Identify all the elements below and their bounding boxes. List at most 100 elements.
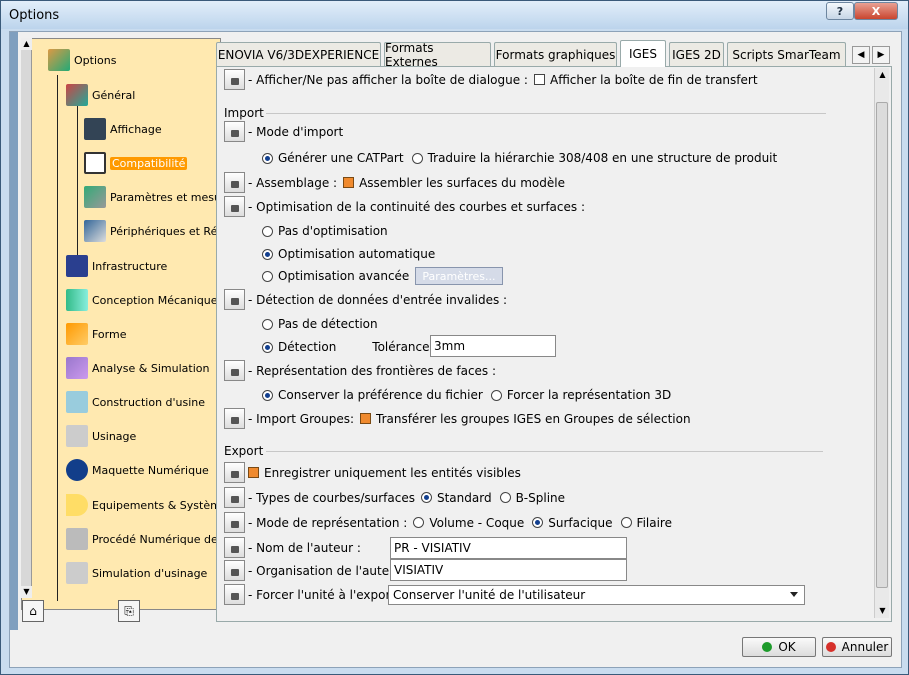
- tree-item-infrastructure[interactable]: Infrastructure: [66, 255, 167, 277]
- detection-option: Détection Tolérance :: [262, 340, 437, 354]
- translate-hierarchy-radio[interactable]: [411, 152, 423, 164]
- lock-icon[interactable]: [224, 487, 245, 508]
- tree-item-devices[interactable]: Périphériques et Réali: [84, 220, 220, 242]
- lock-icon[interactable]: [224, 512, 245, 533]
- volume-shell-radio[interactable]: [413, 517, 425, 528]
- tree-item-mechanical-design[interactable]: Conception Mécanique: [66, 289, 218, 311]
- lock-icon[interactable]: [224, 289, 245, 310]
- lock-icon[interactable]: [224, 537, 245, 558]
- auto-optimization-option: Optimisation automatique: [262, 247, 435, 261]
- lock-icon[interactable]: [224, 584, 245, 605]
- tree-item-shape[interactable]: Forme: [66, 323, 126, 345]
- tree-item-machining[interactable]: Usinage: [66, 425, 136, 447]
- dialog-client: Options Général Affichage Compatibilité …: [9, 31, 902, 668]
- title-bar: Options ? X: [1, 1, 908, 29]
- scroll-thumb[interactable]: [876, 102, 888, 588]
- organization-input[interactable]: VISIATIV: [390, 559, 627, 581]
- tab-iges[interactable]: IGES: [620, 40, 666, 67]
- wireframe-radio[interactable]: [620, 517, 632, 528]
- tolerance-input[interactable]: 3mm: [430, 335, 556, 357]
- show-dialog-checkbox[interactable]: [533, 74, 545, 85]
- tree-item-plant[interactable]: Construction d'usine: [66, 391, 205, 413]
- import-mode-row: - Mode d'import: [224, 121, 343, 142]
- cancel-button[interactable]: Annuler: [822, 637, 892, 657]
- tree-item-parameters[interactable]: Paramètres et mesure: [84, 186, 220, 208]
- groups-row: - Import Groupes: Transférer les groupes…: [224, 408, 691, 429]
- close-button[interactable]: X: [854, 2, 898, 20]
- tree-item-digital-mockup[interactable]: Maquette Numérique: [66, 459, 209, 481]
- lock-icon[interactable]: [224, 560, 245, 581]
- surface-radio[interactable]: [532, 517, 544, 528]
- lock-icon[interactable]: [224, 69, 245, 90]
- tab-graphic-formats[interactable]: Formats graphiques: [494, 42, 617, 66]
- tree-item-options[interactable]: Options: [48, 49, 116, 71]
- side-strip: [10, 32, 18, 630]
- lock-icon[interactable]: [224, 360, 245, 381]
- parameters-icon: [84, 186, 106, 208]
- machining-simulation-icon: [66, 562, 88, 584]
- tab-scripts-smarteam[interactable]: Scripts SmarTeam: [727, 42, 846, 66]
- monitor-icon: [84, 118, 106, 140]
- tree-item-machining-simulation[interactable]: Simulation d'usinage: [66, 562, 207, 584]
- tree-line: [77, 103, 78, 259]
- scroll-down-arrow-icon[interactable]: ▼: [875, 604, 890, 618]
- auto-optimization-radio[interactable]: [262, 248, 273, 260]
- show-dialog-row: - Afficher/Ne pas afficher la boîte de d…: [224, 69, 758, 90]
- assemble-surfaces-checkbox[interactable]: [343, 177, 355, 188]
- tab-external-formats[interactable]: Formats Externes: [384, 41, 491, 69]
- visible-only-checkbox[interactable]: [248, 467, 259, 478]
- detection-radio[interactable]: [262, 341, 273, 353]
- bspline-radio[interactable]: [499, 492, 511, 503]
- cancel-icon: [825, 642, 836, 652]
- keep-file-preference-radio[interactable]: [262, 389, 273, 401]
- force-3d-radio[interactable]: [490, 389, 502, 401]
- tree-scrollbar[interactable]: ▲ ▼: [21, 38, 32, 598]
- tree-item-analysis[interactable]: Analyse & Simulation: [66, 357, 209, 379]
- detection-row: - Détection de données d'entrée invalide…: [224, 289, 507, 310]
- compatibility-icon: [84, 152, 106, 174]
- advanced-optimization-radio[interactable]: [262, 270, 273, 282]
- unit-select[interactable]: Conserver l'unité de l'utilisateur: [388, 585, 805, 605]
- reset-icon[interactable]: ⎘: [118, 600, 140, 622]
- ok-icon: [762, 642, 773, 652]
- lock-icon[interactable]: [224, 172, 245, 193]
- lock-icon[interactable]: [224, 462, 245, 483]
- ok-button[interactable]: OK: [742, 637, 816, 657]
- tree-item-general[interactable]: Général: [66, 84, 135, 106]
- tree-item-equipment[interactable]: Equipements & Systèmes: [66, 494, 220, 516]
- organization-row: - Organisation de l'auteur :: [224, 560, 410, 581]
- machining-icon: [66, 425, 88, 447]
- tab-left-icon[interactable]: ◀: [852, 46, 870, 64]
- help-button[interactable]: ?: [826, 2, 854, 20]
- lock-icon[interactable]: [224, 196, 245, 217]
- faces-row: - Représentation des frontières de faces…: [224, 360, 496, 381]
- lock-icon[interactable]: [224, 121, 245, 142]
- scroll-down-icon[interactable]: ▼: [21, 586, 32, 598]
- parameters-button[interactable]: Paramètres...: [415, 267, 503, 285]
- tab-iges-2d[interactable]: IGES 2D: [669, 42, 724, 66]
- tree-item-compatibility[interactable]: Compatibilité: [84, 152, 188, 174]
- tree-item-display[interactable]: Affichage: [84, 118, 162, 140]
- generate-catpart-radio[interactable]: [262, 152, 273, 164]
- tab-right-icon[interactable]: ▶: [872, 46, 890, 64]
- standard-radio[interactable]: [420, 492, 432, 503]
- no-detection-radio[interactable]: [262, 318, 273, 330]
- no-optimization-radio[interactable]: [262, 225, 273, 237]
- lock-icon[interactable]: [224, 408, 245, 429]
- author-input[interactable]: PR - VISIATIV: [390, 537, 627, 559]
- tree-item-digital-process[interactable]: Procédé Numérique de F:: [66, 528, 220, 550]
- scroll-up-icon[interactable]: ▲: [21, 38, 32, 50]
- home-icon[interactable]: ⌂: [22, 600, 44, 622]
- chevron-down-icon: [790, 592, 798, 597]
- tab-enovia[interactable]: ENOVIA V6/3DEXPERIENCE: [216, 42, 381, 66]
- panel-scrollbar[interactable]: ▲ ▼: [874, 68, 889, 618]
- scroll-up-arrow-icon[interactable]: ▲: [875, 68, 890, 82]
- analysis-icon: [66, 357, 88, 379]
- transfer-groups-checkbox[interactable]: [360, 413, 371, 424]
- import-section-label: Import: [224, 106, 824, 120]
- options-window: Options ? X Options Général Affichage Co…: [0, 0, 909, 675]
- author-row: - Nom de l'auteur :: [224, 537, 361, 558]
- tree-line: [57, 75, 58, 601]
- assembly-row: - Assemblage : Assembler les surfaces du…: [224, 172, 565, 193]
- general-icon: [66, 84, 88, 106]
